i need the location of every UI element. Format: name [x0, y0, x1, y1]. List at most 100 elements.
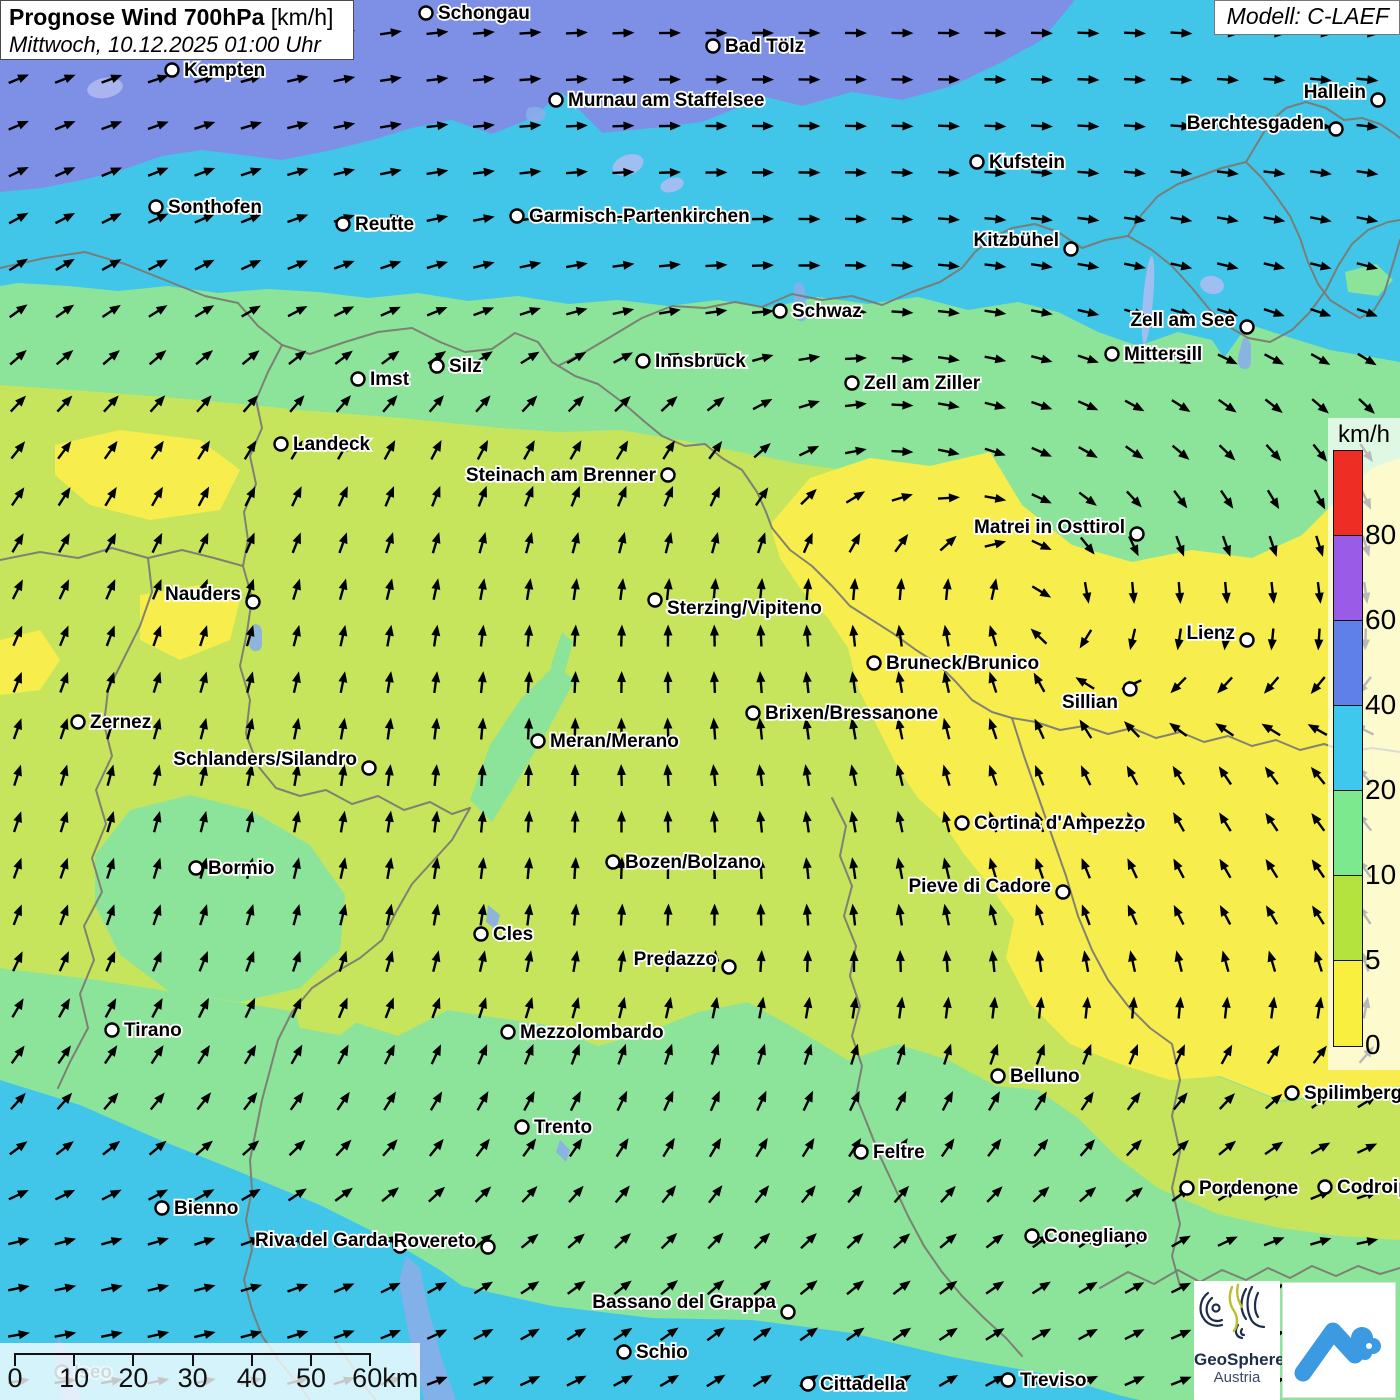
city-label: Pieve di Cadore [908, 876, 1051, 897]
city-marker [1286, 1087, 1299, 1100]
city-marker [637, 355, 650, 368]
city-marker [502, 1026, 515, 1039]
city-label: Imst [370, 369, 410, 390]
city-marker [649, 594, 662, 607]
city-marker [774, 305, 787, 318]
title-unit: [km/h] [264, 4, 333, 30]
city-label: Bozen/Bolzano [625, 852, 761, 873]
city-marker [1330, 123, 1343, 136]
city-marker [1057, 886, 1070, 899]
geosphere-country: Austria [1194, 1369, 1280, 1386]
city-marker [150, 201, 163, 214]
city-marker [190, 862, 203, 875]
city-label: Kempten [184, 60, 265, 81]
city-marker [1106, 348, 1119, 361]
city-label: Sillian [1062, 692, 1118, 713]
city-label: Hallein [1304, 82, 1366, 103]
forecast-datetime: Mittwoch, 10.12.2025 01:00 Uhr [9, 31, 353, 58]
model-label: Modell: C-LAEF [1214, 0, 1400, 35]
city-label: Kufstein [989, 152, 1065, 173]
city-marker [707, 40, 720, 53]
city-label: Zernez [90, 712, 151, 733]
legend-color-bar [1333, 450, 1363, 1047]
city-label: Garmisch-Partenkirchen [529, 206, 750, 227]
city-marker [475, 928, 488, 941]
city-label: Sonthofen [168, 197, 262, 218]
city-marker [482, 1241, 495, 1254]
legend-band-label: 5 [1365, 944, 1381, 976]
wind-map: IseoSchongauBad TölzKemptenMurnau am Sta… [0, 0, 1400, 1400]
city-marker [352, 373, 365, 386]
mountain-cloud-icon [1283, 1283, 1395, 1397]
city-label: Cles [493, 924, 533, 945]
city-marker [275, 438, 288, 451]
legend-band-swatch [1334, 876, 1362, 961]
city-label: Belluno [1010, 1066, 1080, 1087]
city-label: Pordenone [1199, 1178, 1298, 1199]
city-marker [1124, 683, 1137, 696]
scale-tick-label: 10 [59, 1363, 89, 1394]
city-label: Bienno [174, 1198, 238, 1219]
scale-tick-label: 30 [178, 1363, 208, 1394]
city-marker [420, 7, 433, 20]
city-label: Tirano [124, 1020, 182, 1041]
city-marker [337, 218, 350, 231]
city-label: Riva del Garda [255, 1230, 388, 1251]
city-label: Meran/Merano [550, 731, 679, 752]
legend-band-label: 80 [1365, 519, 1396, 551]
city-label: Mittersill [1124, 344, 1202, 365]
city-marker [846, 377, 859, 390]
city-marker [532, 735, 545, 748]
city-label: Trento [534, 1117, 592, 1138]
city-label: Codroipo [1337, 1177, 1400, 1198]
city-label: Lienz [1186, 623, 1235, 644]
legend-band-label: 20 [1365, 774, 1396, 806]
city-label: Innsbruck [655, 351, 746, 372]
legend-band-label: 10 [1365, 859, 1396, 891]
city-label: Schwaz [792, 301, 862, 322]
city-marker [106, 1024, 119, 1037]
city-label: Kitzbühel [974, 230, 1060, 251]
city-label: Nauders [165, 584, 241, 605]
city-label: Berchtesgaden [1187, 113, 1324, 134]
city-marker [1319, 1181, 1332, 1194]
city-marker [550, 94, 563, 107]
city-marker [511, 210, 524, 223]
city-marker [607, 856, 620, 869]
city-label: Matrei in Osttirol [974, 517, 1125, 538]
city-marker [723, 961, 736, 974]
city-label: Sterzing/Vipiteno [667, 598, 822, 619]
city-marker [802, 1378, 815, 1391]
legend-band-swatch [1334, 536, 1362, 621]
city-label: Spilimbergo [1304, 1083, 1400, 1104]
city-label: Brixen/Bressanone [765, 703, 938, 724]
city-label: Cittadella [820, 1374, 906, 1395]
city-marker [747, 707, 760, 720]
city-label: Reutte [355, 214, 414, 235]
city-marker [166, 64, 179, 77]
city-label: Bruneck/Brunico [886, 653, 1039, 674]
city-label: Schio [636, 1342, 688, 1363]
city-label: Zell am See [1130, 310, 1235, 331]
partner-logo [1282, 1282, 1396, 1398]
city-marker [516, 1121, 529, 1134]
city-label: Landeck [293, 434, 371, 455]
page-title: Prognose Wind 700hPa [km/h] [9, 4, 353, 31]
city-marker [782, 1306, 795, 1319]
city-marker [1181, 1182, 1194, 1195]
city-marker [1131, 528, 1144, 541]
title-text: Prognose Wind 700hPa [9, 4, 264, 30]
city-label: Mezzolombardo [520, 1022, 664, 1043]
city-label: Predazzo [634, 949, 717, 970]
city-marker [1002, 1374, 1015, 1387]
city-marker [1065, 243, 1078, 256]
city-label: Treviso [1020, 1370, 1087, 1391]
legend-band-swatch [1334, 451, 1362, 536]
weather-map-screen: IseoSchongauBad TölzKemptenMurnau am Sta… [0, 0, 1400, 1400]
map-scale-bar: 0102030405060km [0, 1343, 420, 1400]
scale-tick-label: 40 [237, 1363, 267, 1394]
legend-band-label: 0 [1365, 1029, 1381, 1061]
city-marker [363, 762, 376, 775]
city-label: Feltre [873, 1142, 925, 1163]
legend-band-swatch [1334, 621, 1362, 706]
